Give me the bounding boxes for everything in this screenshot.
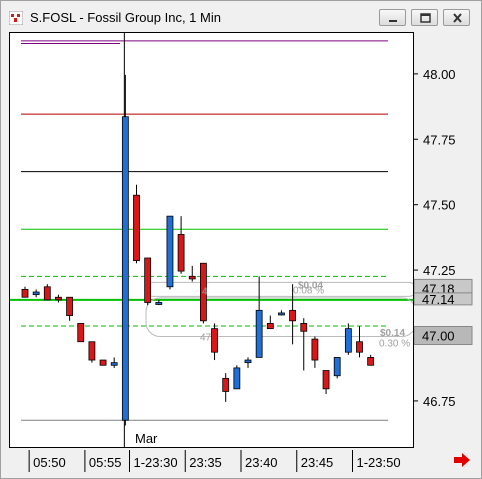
price-marker-label: 47.00 <box>422 328 455 343</box>
time-tick-label: 1-23:50 <box>357 455 401 470</box>
price-tick-label: 47.25 <box>423 263 456 278</box>
candle-body <box>211 328 218 353</box>
candle-body <box>133 194 140 262</box>
measure-band-2 <box>145 297 417 337</box>
candle-body <box>289 309 297 322</box>
candle-body <box>43 286 51 301</box>
candle-body <box>222 377 230 392</box>
time-tick-label: 23:35 <box>189 455 222 470</box>
chart-window: S.FOSL - Fossil Group Inc, 1 Min Mar $0.0… <box>0 0 482 479</box>
time-axis[interactable]: 05:50 05:55 1-23:30 23:35 23:40 23:45 1-23:50 <box>9 448 414 476</box>
price-tick-label: 47.75 <box>423 132 456 147</box>
candle-body <box>367 357 375 366</box>
month-label: Mar <box>135 431 158 446</box>
price-tick-label: 46.75 <box>423 394 456 409</box>
maximize-button[interactable] <box>411 9 438 26</box>
measure-label-47: 47 <box>200 332 212 343</box>
candle-body <box>244 359 252 364</box>
measure-label-4: 4 <box>202 287 208 298</box>
candle-body <box>233 367 241 390</box>
candle-body <box>110 362 118 366</box>
candle-body <box>88 341 96 361</box>
candle-body <box>278 312 285 316</box>
chart-app-icon <box>9 11 23 25</box>
measure-label-pct-1: 0.08 % <box>293 285 324 296</box>
time-tick-label: 05:50 <box>33 455 66 470</box>
measure-band-1 <box>145 281 417 297</box>
candle-body <box>77 323 85 343</box>
time-tick-label: 05:55 <box>89 455 122 470</box>
candle-body <box>356 341 363 353</box>
close-button[interactable] <box>443 9 470 26</box>
candle-body <box>344 328 352 353</box>
price-tick-label: 48.00 <box>423 67 456 82</box>
time-axis-svg: 05:50 05:55 1-23:30 23:35 23:40 23:45 1-23:50 <box>28 450 401 472</box>
time-tick-label: 23:45 <box>301 455 334 470</box>
chart-plot-area[interactable]: Mar $0.04 0.08 % $0.14 0.30 % 47 4 <box>9 32 417 449</box>
candle-body <box>99 359 107 366</box>
price-axis-svg: 48.0047.7547.5047.2547.0046.7547.1847.14… <box>413 67 473 409</box>
candle-body <box>166 215 174 288</box>
candle-body <box>32 291 40 296</box>
candle-body <box>266 323 274 330</box>
maximize-icon <box>420 13 431 23</box>
price-tick-label: 47.50 <box>423 198 456 213</box>
time-tick-label: 1-23:30 <box>134 455 178 470</box>
candle-body <box>177 234 185 272</box>
price-axis[interactable]: 48.0047.7547.5047.2547.0046.7547.1847.14… <box>413 32 474 448</box>
minimize-icon <box>389 20 397 22</box>
candle-body <box>155 302 163 305</box>
candle-body <box>55 296 62 301</box>
candle-body <box>188 275 196 280</box>
candle-body <box>255 309 263 358</box>
candle-body <box>322 370 330 390</box>
scroll-right-arrow-icon[interactable] <box>453 452 471 468</box>
candle-body <box>300 323 308 332</box>
minimize-button[interactable] <box>379 9 406 26</box>
measure-label-dollar-2: $0.14 <box>380 328 405 339</box>
price-marker-label: 47.14 <box>422 292 455 307</box>
candle-body <box>66 296 73 316</box>
candle-body <box>144 257 152 303</box>
candle-body <box>21 289 29 298</box>
close-icon <box>453 13 462 23</box>
candle-body <box>333 357 341 377</box>
time-tick-label: 23:40 <box>245 455 278 470</box>
candle-body <box>121 116 129 421</box>
candlestick-chart[interactable]: Mar$0.040.08 %$0.140.30 %474 <box>10 33 417 449</box>
window-title: S.FOSL - Fossil Group Inc, 1 Min <box>30 10 221 25</box>
candle-body <box>311 338 319 361</box>
measure-label-pct-2: 0.30 % <box>379 339 410 350</box>
title-bar[interactable]: S.FOSL - Fossil Group Inc, 1 Min <box>1 1 481 31</box>
